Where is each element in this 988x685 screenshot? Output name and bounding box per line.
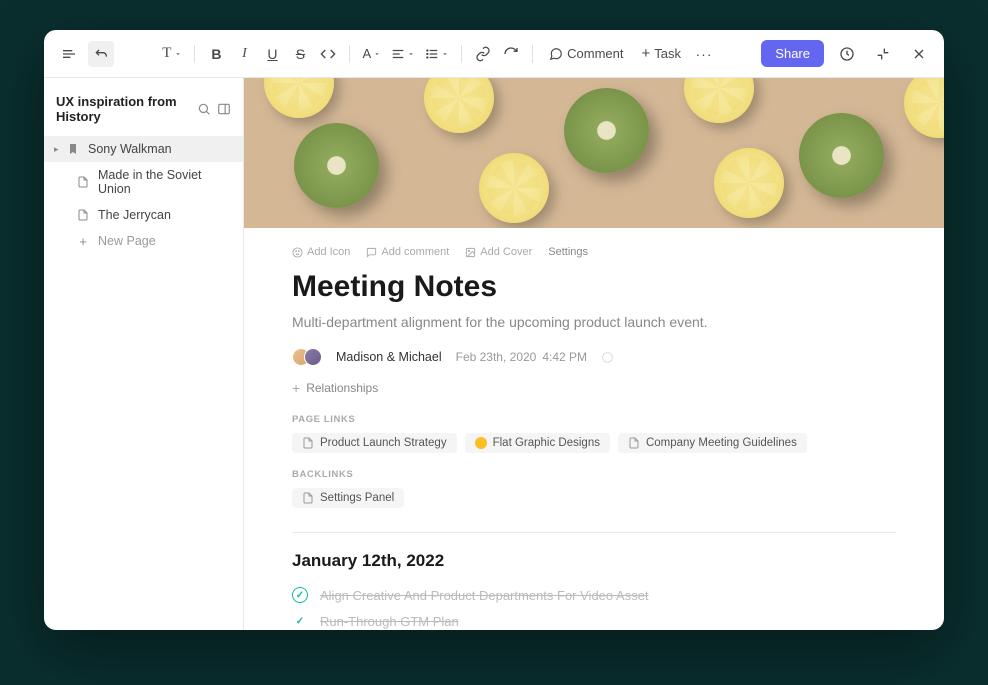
app-window: T B I U S A — [44, 30, 944, 630]
date: Feb 23th, 2020 — [456, 350, 537, 364]
gear-icon[interactable] — [601, 351, 614, 364]
add-icon-button[interactable]: Add Icon — [292, 246, 350, 258]
date-heading[interactable]: January 12th, 2022 — [292, 551, 896, 571]
plus-icon: + — [76, 234, 90, 248]
share-button[interactable]: Share — [761, 40, 824, 67]
avatars[interactable] — [292, 348, 322, 366]
settings-link[interactable]: Settings — [548, 246, 588, 258]
page-links-label: PAGE LINKS — [292, 414, 896, 425]
task-text: Run-Through GTM Plan — [320, 614, 459, 629]
divider — [292, 532, 896, 533]
page-title[interactable]: Meeting Notes — [292, 270, 896, 304]
doc-icon — [76, 175, 90, 189]
task-text: Align Creative And Product Departments F… — [320, 588, 649, 603]
time: 4:42 PM — [542, 350, 587, 364]
backlink-chip[interactable]: Settings Panel — [292, 488, 404, 508]
bold-icon[interactable]: B — [203, 41, 229, 67]
font-color-dropdown[interactable]: A — [358, 41, 385, 67]
add-cover-button[interactable]: Add Cover — [465, 246, 532, 258]
new-page-label: New Page — [98, 234, 156, 248]
list-dropdown[interactable] — [421, 41, 453, 67]
add-comment-button[interactable]: Add comment — [366, 246, 449, 258]
main-content: Add Icon Add comment Add Cover Settings … — [244, 78, 944, 630]
refresh-icon[interactable] — [498, 41, 524, 67]
new-page-button[interactable]: + New Page — [44, 228, 243, 254]
task-item[interactable]: Run-Through GTM Plan — [292, 613, 896, 629]
sidebar-item-label: Made in the Soviet Union — [98, 168, 231, 196]
menu-icon[interactable] — [56, 41, 82, 67]
sidebar-items: ▸ Sony Walkman Made in the Soviet Union — [44, 136, 243, 630]
page-link-chip[interactable]: Company Meeting Guidelines — [618, 433, 807, 453]
align-dropdown[interactable] — [387, 41, 419, 67]
task-item[interactable]: Align Creative And Product Departments F… — [292, 587, 896, 603]
authors[interactable]: Madison & Michael — [336, 350, 442, 364]
page-link-chip[interactable]: Product Launch Strategy — [292, 433, 457, 453]
page-subtitle[interactable]: Multi-department alignment for the upcom… — [292, 314, 896, 330]
cover-image — [244, 78, 944, 228]
panel-icon[interactable] — [217, 102, 231, 116]
backlinks-label: BACKLINKS — [292, 469, 896, 480]
relationships-button[interactable]: + Relationships — [292, 380, 896, 396]
sidebar-item-walkman[interactable]: ▸ Sony Walkman — [44, 136, 243, 162]
sidebar-item-label: The Jerrycan — [98, 208, 171, 222]
code-icon[interactable] — [315, 41, 341, 67]
plus-icon: + — [292, 380, 300, 396]
avatar — [304, 348, 322, 366]
sidebar-item-label: Sony Walkman — [88, 142, 172, 156]
task-checkbox[interactable] — [292, 613, 308, 629]
history-icon[interactable] — [834, 41, 860, 67]
sidebar: UX inspiration from History ▸ Sony — [44, 78, 244, 630]
task-list: Align Creative And Product Departments F… — [292, 587, 896, 630]
task-label: Task — [654, 46, 681, 61]
sidebar-title: UX inspiration from History — [56, 94, 197, 124]
close-icon[interactable] — [906, 41, 932, 67]
page-link-chip[interactable]: Flat Graphic Designs — [465, 433, 610, 453]
link-icon[interactable] — [470, 41, 496, 67]
comment-button[interactable]: Comment — [541, 40, 631, 68]
meta-row: Madison & Michael Feb 23th, 2020 4:42 PM — [292, 348, 896, 366]
sidebar-item-jerrycan[interactable]: The Jerrycan — [44, 202, 243, 228]
sidebar-item-soviet[interactable]: Made in the Soviet Union — [44, 162, 243, 202]
task-checkbox[interactable] — [292, 587, 308, 603]
back-icon[interactable] — [88, 41, 114, 67]
comment-label: Comment — [567, 46, 623, 61]
chevron-right-icon[interactable]: ▸ — [54, 144, 59, 155]
more-icon[interactable]: ··· — [691, 41, 717, 67]
italic-icon[interactable]: I — [231, 41, 257, 67]
search-icon[interactable] — [197, 102, 211, 116]
page-actions: Add Icon Add comment Add Cover Settings — [292, 246, 896, 258]
underline-icon[interactable]: U — [259, 41, 285, 67]
backlinks-chips: Settings Panel — [292, 488, 896, 508]
collapse-icon[interactable] — [870, 41, 896, 67]
toolbar: T B I U S A — [44, 30, 944, 78]
strikethrough-icon[interactable]: S — [287, 41, 313, 67]
dot-icon — [475, 437, 487, 449]
bookmark-icon — [66, 142, 80, 156]
text-style-dropdown[interactable]: T — [158, 41, 186, 67]
doc-icon — [76, 208, 90, 222]
page-links-chips: Product Launch Strategy Flat Graphic Des… — [292, 433, 896, 453]
task-button[interactable]: + Task — [634, 40, 690, 68]
